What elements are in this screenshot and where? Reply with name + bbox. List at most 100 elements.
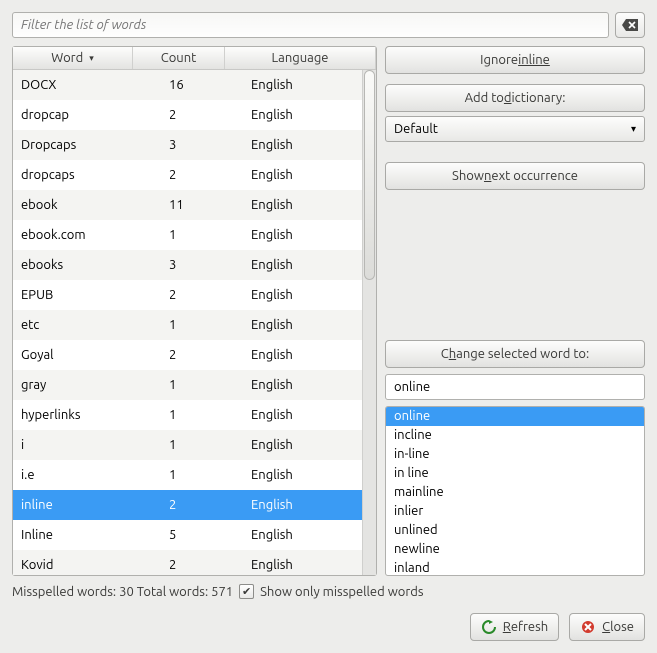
- cell-count: 1: [139, 228, 231, 242]
- table-row[interactable]: ebooks3English: [13, 250, 362, 280]
- word-table: Word▾ Count Language DOCX16Englishdropca…: [12, 46, 377, 576]
- table-row[interactable]: DOCX16English: [13, 70, 362, 100]
- cell-language: English: [231, 108, 362, 122]
- refresh-icon: [481, 619, 497, 635]
- column-language[interactable]: Language: [225, 47, 376, 69]
- cell-word: ebook: [19, 198, 139, 212]
- column-count-label: Count: [161, 51, 197, 65]
- change-key: h: [449, 347, 456, 361]
- suggestion-item[interactable]: incline: [386, 426, 644, 445]
- table-body: DOCX16Englishdropcap2EnglishDropcaps3Eng…: [13, 70, 362, 575]
- cell-count: 2: [139, 168, 231, 182]
- suggestion-item[interactable]: inland: [386, 559, 644, 576]
- cell-language: English: [231, 558, 362, 572]
- close-button[interactable]: Close: [569, 613, 645, 641]
- change-before: C: [441, 347, 449, 361]
- cell-count: 2: [139, 108, 231, 122]
- backspace-icon: [622, 19, 638, 31]
- column-word[interactable]: Word▾: [13, 47, 133, 69]
- cell-word: i.e: [19, 468, 139, 482]
- cell-count: 5: [139, 528, 231, 542]
- show-next-before: Show: [452, 169, 484, 183]
- column-language-label: Language: [272, 51, 329, 65]
- ignore-button[interactable]: Ignore inline: [385, 46, 645, 74]
- table-row[interactable]: Inline5English: [13, 520, 362, 550]
- change-word-input[interactable]: [385, 374, 645, 400]
- cell-language: English: [231, 318, 362, 332]
- table-row[interactable]: Dropcaps3English: [13, 130, 362, 160]
- vertical-scrollbar[interactable]: [362, 70, 376, 575]
- cell-language: English: [231, 378, 362, 392]
- refresh-after: efresh: [511, 620, 548, 634]
- close-key: C: [602, 620, 610, 634]
- cell-count: 16: [139, 78, 231, 92]
- cell-word: i: [19, 438, 139, 452]
- table-row[interactable]: Kovid2English: [13, 550, 362, 575]
- close-after: lose: [610, 620, 634, 634]
- cell-language: English: [231, 198, 362, 212]
- suggestion-item[interactable]: in-line: [386, 445, 644, 464]
- cell-language: English: [231, 138, 362, 152]
- close-icon: [580, 619, 596, 635]
- change-selected-word-button[interactable]: Change selected word to:: [385, 340, 645, 368]
- suggestion-item[interactable]: in line: [386, 464, 644, 483]
- scrollbar-thumb[interactable]: [364, 70, 375, 280]
- table-row[interactable]: inline2English: [13, 490, 362, 520]
- cell-count: 11: [139, 198, 231, 212]
- suggestion-item[interactable]: inlier: [386, 502, 644, 521]
- show-misspelled-checkbox[interactable]: ✔: [239, 584, 254, 599]
- table-row[interactable]: dropcaps2English: [13, 160, 362, 190]
- cell-word: Inline: [19, 528, 139, 542]
- add-dict-after: ictionary:: [512, 91, 566, 105]
- cell-count: 1: [139, 438, 231, 452]
- table-row[interactable]: ebook.com1English: [13, 220, 362, 250]
- cell-language: English: [231, 438, 362, 452]
- table-row[interactable]: ebook11English: [13, 190, 362, 220]
- cell-count: 1: [139, 378, 231, 392]
- add-to-dictionary-button[interactable]: Add to dictionary:: [385, 84, 645, 112]
- dictionary-select[interactable]: Default ▾: [385, 116, 645, 142]
- table-row[interactable]: i1English: [13, 430, 362, 460]
- cell-language: English: [231, 168, 362, 182]
- cell-count: 2: [139, 288, 231, 302]
- table-row[interactable]: hyperlinks1English: [13, 400, 362, 430]
- suggestion-item[interactable]: online: [386, 407, 644, 426]
- cell-word: hyperlinks: [19, 408, 139, 422]
- show-misspelled-label: Show only misspelled words: [260, 585, 423, 599]
- column-count[interactable]: Count: [133, 47, 225, 69]
- suggestion-item[interactable]: mainline: [386, 483, 644, 502]
- table-header: Word▾ Count Language: [13, 47, 376, 70]
- cell-word: Goyal: [19, 348, 139, 362]
- change-after: ange selected word to:: [456, 347, 589, 361]
- filter-input[interactable]: [12, 12, 609, 38]
- ignore-prefix: Ignore: [480, 53, 518, 67]
- cell-word: Kovid: [19, 558, 139, 572]
- add-dict-key: d: [504, 91, 512, 105]
- show-next-occurrence-button[interactable]: Show next occurrence: [385, 162, 645, 190]
- show-next-after: ext occurrence: [491, 169, 578, 183]
- table-row[interactable]: dropcap2English: [13, 100, 362, 130]
- table-row[interactable]: i.e1English: [13, 460, 362, 490]
- cell-word: ebooks: [19, 258, 139, 272]
- show-next-key: n: [484, 169, 491, 183]
- table-row[interactable]: etc1English: [13, 310, 362, 340]
- suggestions-listbox[interactable]: onlineinclinein-linein linemainlineinlie…: [385, 406, 645, 576]
- cell-count: 2: [139, 558, 231, 572]
- add-dict-before: Add to: [465, 91, 504, 105]
- cell-word: EPUB: [19, 288, 139, 302]
- dictionary-selected: Default: [394, 122, 438, 136]
- ignore-word: inline: [518, 53, 550, 67]
- cell-language: English: [231, 288, 362, 302]
- cell-language: English: [231, 528, 362, 542]
- cell-word: ebook.com: [19, 228, 139, 242]
- table-row[interactable]: Goyal2English: [13, 340, 362, 370]
- refresh-button[interactable]: Refresh: [470, 613, 559, 641]
- suggestion-item[interactable]: newline: [386, 540, 644, 559]
- suggestion-item[interactable]: unlined: [386, 521, 644, 540]
- table-row[interactable]: gray1English: [13, 370, 362, 400]
- cell-count: 2: [139, 498, 231, 512]
- table-row[interactable]: EPUB2English: [13, 280, 362, 310]
- clear-filter-button[interactable]: [615, 12, 645, 38]
- cell-word: dropcaps: [19, 168, 139, 182]
- cell-language: English: [231, 498, 362, 512]
